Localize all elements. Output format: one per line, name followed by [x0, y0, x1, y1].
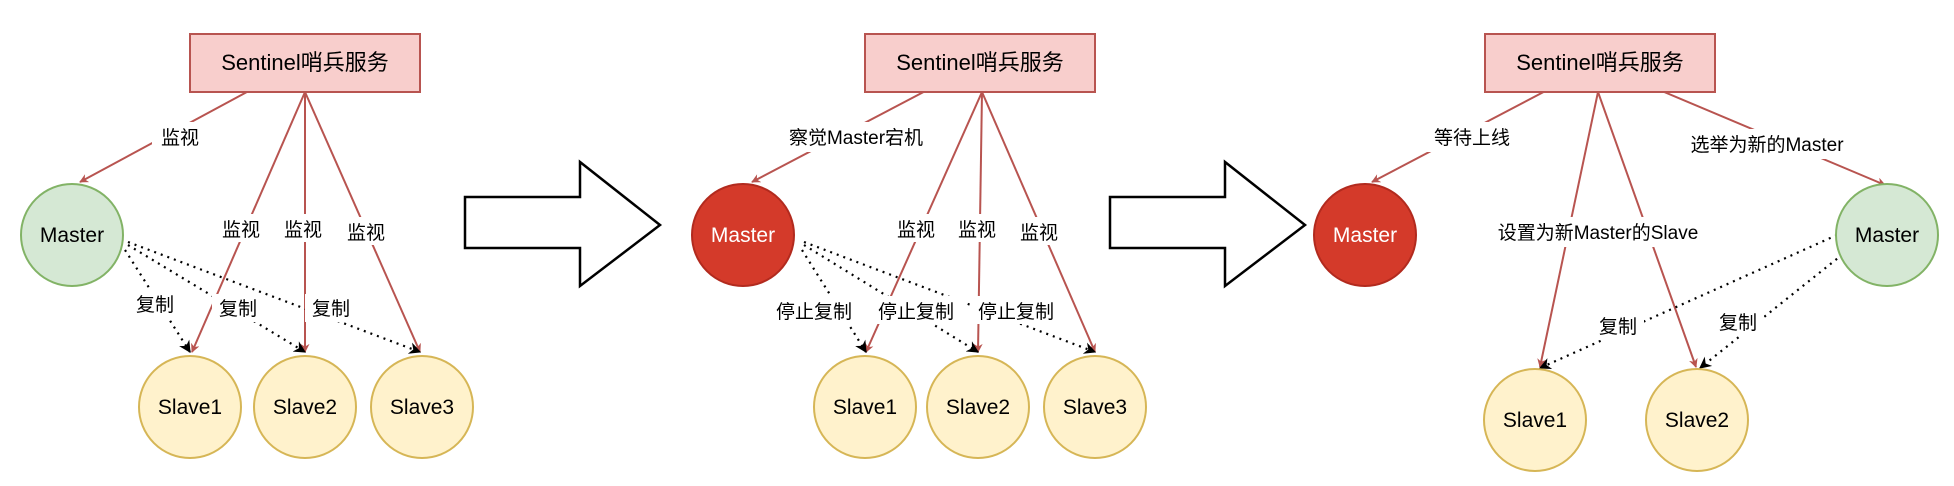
master-label: Master: [711, 224, 775, 247]
flow-arrow-2: [1108, 159, 1308, 289]
sentinel-label: Sentinel哨兵服务: [221, 50, 389, 75]
old-master-edge-label: 等待上线: [1434, 127, 1510, 149]
slave2-replicate-label: 复制: [1719, 312, 1757, 334]
slave1-monitor-label: 监视: [897, 219, 935, 241]
slave2-monitor-label: 监视: [284, 219, 322, 241]
edge-labels: 等待上线 选举为新的Master 设置为新Master的Slave 复制 复制: [1424, 122, 1858, 340]
sentinel-label: Sentinel哨兵服务: [896, 50, 1064, 75]
slave2-label: Slave2: [946, 396, 1010, 419]
slave3-monitor-label: 监视: [1020, 222, 1058, 244]
slave3-replicate-label: 停止复制: [978, 301, 1054, 323]
slave3-monitor-label: 监视: [347, 222, 385, 244]
slave2-replicate-label: 复制: [219, 298, 257, 320]
slave1-replicate-label: 停止复制: [776, 301, 852, 323]
panel-2: Sentinel哨兵服务 Master Slave1 Slave2 Slave3…: [691, 33, 1147, 459]
replicate-edges: [1538, 233, 1849, 370]
panel-1: Sentinel哨兵服务 Master Slave1 Slave2 Slave3…: [20, 33, 474, 459]
slave1-label: Slave1: [158, 396, 222, 419]
slave2-monitor-label: 监视: [958, 219, 996, 241]
panel-3: Sentinel哨兵服务 Master Master Slave1 Slave2…: [1313, 33, 1939, 472]
new-master-label: Master: [1855, 224, 1919, 247]
slave1-monitor-label: 监视: [222, 219, 260, 241]
sentinel-failover-diagram: Sentinel哨兵服务 Master Slave1 Slave2 Slave3…: [20, 33, 1939, 472]
slave-reconfig-label: 设置为新Master的Slave: [1498, 222, 1699, 244]
slave2-label: Slave2: [1665, 409, 1729, 432]
slave1-replicate-label: 复制: [136, 294, 174, 316]
slave3-replicate-label: 复制: [312, 298, 350, 320]
new-master-edge-label: 选举为新的Master: [1690, 134, 1844, 156]
edge-labels: 察觉Master宕机 监视 监视 监视 停止复制 停止复制 停止复制: [770, 122, 1065, 324]
slave1-label: Slave1: [1503, 409, 1567, 432]
slave1-replicate-label: 复制: [1599, 316, 1637, 338]
master-edge-label: 监视: [161, 127, 199, 149]
slave1-label: Slave1: [833, 396, 897, 419]
slave2-replicate-label: 停止复制: [878, 301, 954, 323]
sentinel-label: Sentinel哨兵服务: [1516, 50, 1684, 75]
slave3-label: Slave3: [1063, 396, 1127, 419]
slave2-label: Slave2: [273, 396, 337, 419]
master-edge-label: 察觉Master宕机: [789, 127, 923, 149]
old-master-label: Master: [1333, 224, 1397, 247]
flow-arrow-1: [463, 159, 663, 289]
master-label: Master: [40, 224, 104, 247]
slave3-label: Slave3: [390, 396, 454, 419]
